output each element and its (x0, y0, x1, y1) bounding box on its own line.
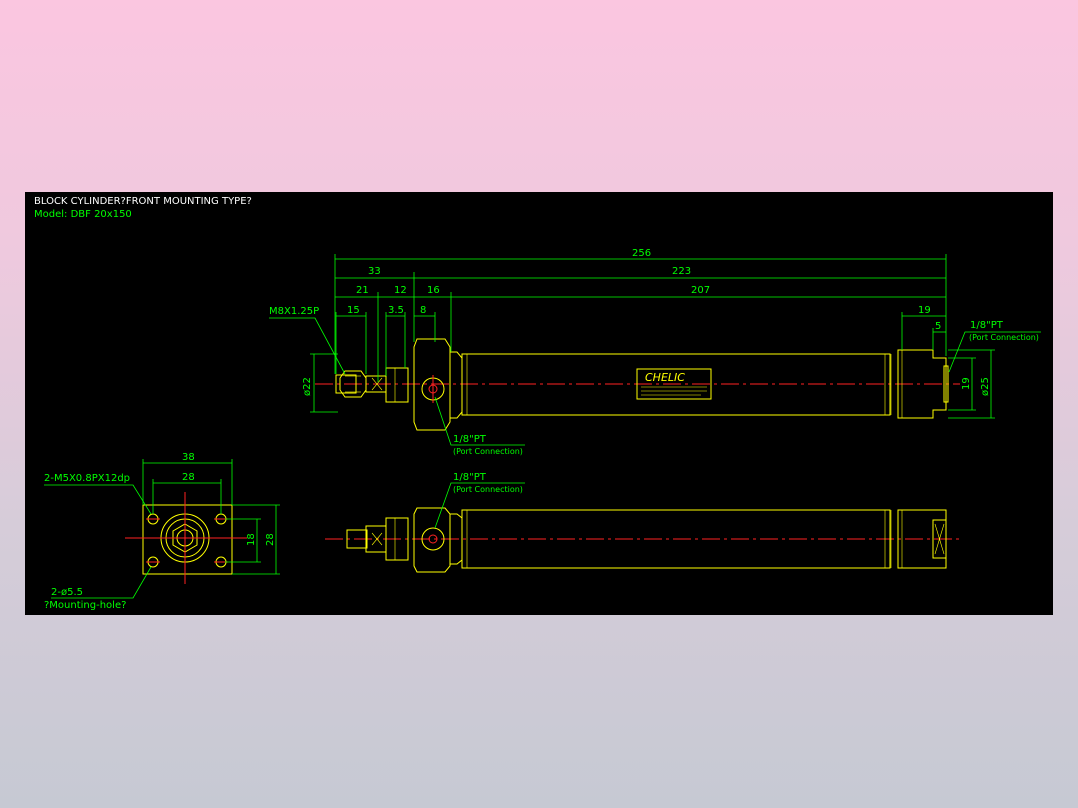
mount-holes-label: 2-ø5.5 (51, 587, 83, 598)
dim-body-dia: ø25 (980, 377, 991, 396)
drawing-canvas: BLOCK CYLINDER?FRONT MOUNTING TYPE? Mode… (34, 196, 1041, 611)
dim-height-outer: 28 (265, 533, 276, 546)
dim-flats: 3.5 (388, 305, 404, 316)
dim-front-collar: 16 (427, 285, 440, 296)
bottom-front-block (413, 507, 451, 573)
port-front-label: 1/8"PT (453, 434, 487, 445)
port-rear-sub: (Port Connection) (969, 333, 1039, 342)
dim-stroke-body: 223 (672, 266, 691, 277)
tapped-holes-label: 2-M5X0.8PX12dp (44, 473, 130, 484)
port-rear-label: 1/8"PT (970, 320, 1004, 331)
cad-drawing: BLOCK CYLINDER?FRONT MOUNTING TYPE? Mode… (25, 192, 1053, 615)
neck (450, 351, 463, 419)
front-collar (385, 367, 409, 403)
dim-overall: 256 (632, 248, 651, 259)
dim-collar: 8 (420, 305, 426, 316)
dim-end-step: 5 (935, 321, 941, 332)
dim-rod-length: 21 (356, 285, 369, 296)
dim-width-outer: 38 (182, 452, 195, 463)
dim-width-inner: 28 (182, 472, 195, 483)
dim-end-cap: 19 (918, 305, 931, 316)
model-label: Model: DBF 20x150 (34, 209, 132, 220)
dim-rod-end-dia: ø22 (302, 377, 313, 396)
side-view: CHELIC 256 33 223 21 12 16 207 15 3.5 8 … (269, 248, 1041, 456)
thread-label: M8X1.25P (269, 306, 319, 317)
dim-height-inner: 18 (246, 533, 257, 546)
dim-block-width: 12 (394, 285, 407, 296)
dim-body: 207 (691, 285, 710, 296)
dim-thread-length: 15 (347, 305, 360, 316)
dim-front-block: 33 (368, 266, 381, 277)
bottom-port-label: 1/8"PT (453, 472, 487, 483)
brand-name: CHELIC (645, 371, 685, 384)
port-front-sub: (Port Connection) (453, 447, 523, 456)
bottom-port-sub: (Port Connection) (453, 485, 523, 494)
drawing-title: BLOCK CYLINDER?FRONT MOUNTING TYPE? (34, 196, 252, 207)
mount-note: ?Mounting-hole? (44, 600, 126, 611)
dim-end-height: 19 (961, 377, 972, 390)
bottom-view: 1/8"PT (Port Connection) (325, 472, 960, 573)
front-view: 38 28 18 28 2-M5X0.8PX12dp 2-ø5.5 ?Mount… (44, 452, 280, 611)
